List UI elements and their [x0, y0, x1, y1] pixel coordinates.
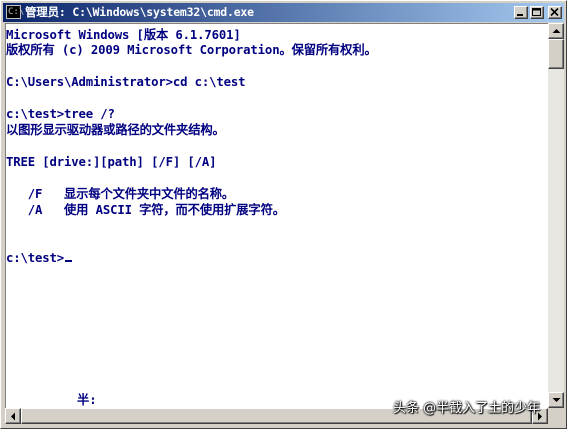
cmd-window: C:\ 管理员: C:\Windows\system32\cmd.exe Mic…: [0, 0, 567, 429]
vertical-scroll-thumb[interactable]: [548, 39, 564, 69]
scroll-left-button[interactable]: [5, 408, 21, 424]
console-line: TREE [drive:][path] [/F] [/A]: [6, 155, 217, 169]
watermark: 头条 @半截入了土的少年: [393, 401, 541, 416]
title-bar[interactable]: C:\ 管理员: C:\Windows\system32\cmd.exe: [3, 3, 564, 22]
scroll-up-button[interactable]: [548, 23, 564, 39]
console-line: C:\Users\Administrator>cd c:\test: [6, 75, 246, 89]
arrow-down-icon: [552, 398, 561, 402]
console-line: 版权所有 (c) 2009 Microsoft Corporation。保留所有…: [6, 43, 377, 57]
console-line: /A 使用 ASCII 字符，而不使用扩展字符。: [6, 203, 285, 217]
arrow-up-icon: [552, 29, 561, 33]
vertical-scrollbar[interactable]: [548, 23, 564, 408]
console-line: Microsoft Windows [版本 6.1.7601]: [6, 28, 241, 42]
scrollbar-corner: [548, 408, 564, 424]
console-line: c:\test>tree /?: [6, 107, 115, 121]
maximize-icon: [532, 8, 541, 16]
scroll-down-button[interactable]: [548, 392, 564, 408]
maximize-button[interactable]: [530, 6, 544, 19]
close-button[interactable]: [548, 6, 562, 19]
cmd-console-icon[interactable]: C:\: [6, 5, 24, 19]
minimize-button[interactable]: [514, 6, 528, 19]
console-line: 以图形显示驱动器或路径的文件夹结构。: [6, 123, 225, 137]
window-title: 管理员: C:\Windows\system32\cmd.exe: [25, 5, 254, 19]
console-prompt: c:\test>: [6, 251, 65, 265]
console-output[interactable]: Microsoft Windows [版本 6.1.7601] 版权所有 (c)…: [5, 23, 548, 408]
text-cursor: [65, 260, 73, 262]
arrow-left-icon: [11, 412, 15, 421]
prompt-line: c:\test>: [6, 250, 73, 266]
ime-status: 半:: [77, 393, 97, 407]
console-line: /F 显示每个文件夹中文件的名称。: [6, 187, 235, 201]
close-icon: [550, 8, 559, 17]
minimize-icon: [517, 14, 523, 16]
